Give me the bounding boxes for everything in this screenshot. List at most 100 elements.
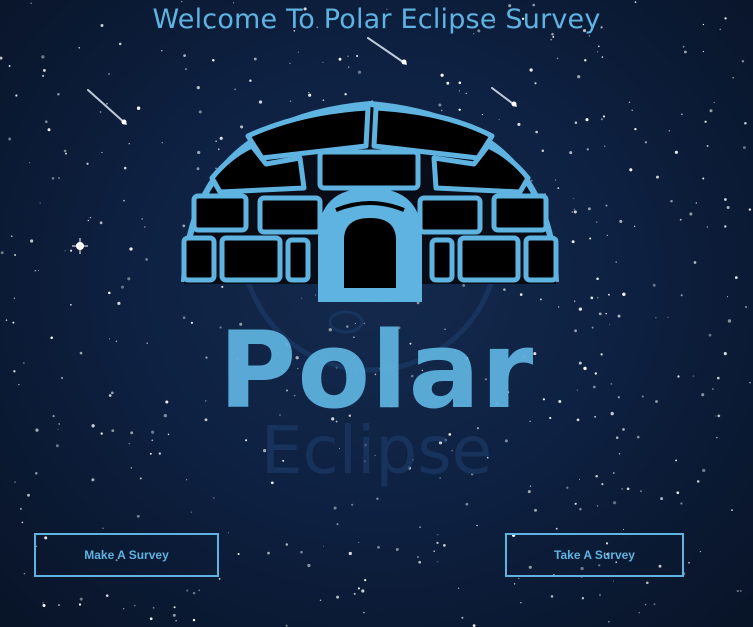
star-dot xyxy=(706,144,709,148)
star-dot xyxy=(175,619,177,622)
star-dot xyxy=(550,38,553,41)
star-dot xyxy=(689,212,693,216)
star-dot xyxy=(78,47,80,49)
star-dot xyxy=(621,488,623,490)
star-dot xyxy=(724,225,727,228)
star-dot xyxy=(584,59,587,62)
star-dot xyxy=(336,595,340,599)
star-dot xyxy=(688,561,690,564)
star-dot xyxy=(70,303,72,306)
star-dot xyxy=(99,111,102,113)
star-dot xyxy=(741,59,745,63)
star-dot xyxy=(8,137,12,141)
star-dot xyxy=(684,50,687,54)
star-dot xyxy=(520,602,522,604)
star-dot xyxy=(574,502,577,505)
star-dot xyxy=(709,109,713,113)
star-dot xyxy=(37,270,39,272)
star-dot xyxy=(0,56,3,60)
star-dot xyxy=(597,51,599,53)
star-dot xyxy=(465,502,469,506)
star-dot xyxy=(145,258,148,261)
star-dot xyxy=(34,269,37,272)
star-dot xyxy=(183,54,186,57)
star-dot xyxy=(64,250,66,252)
star-dot xyxy=(173,606,176,609)
star-dot xyxy=(89,217,92,219)
star-dot xyxy=(436,541,439,545)
star-dot xyxy=(323,545,325,547)
star-dot xyxy=(395,548,399,551)
star-dot xyxy=(237,552,240,556)
star-dot xyxy=(356,55,359,57)
make-survey-button[interactable]: Make A Survey xyxy=(34,533,219,577)
star-dot xyxy=(133,604,136,607)
star-dot xyxy=(27,493,30,497)
star-dot xyxy=(607,293,610,296)
star-dot xyxy=(319,599,322,602)
star-dot xyxy=(613,501,617,505)
star-dot xyxy=(364,578,367,582)
star-dot xyxy=(136,514,140,518)
star-dot xyxy=(51,176,55,180)
star-dot xyxy=(358,542,360,543)
star-dot xyxy=(86,162,89,165)
star-dot xyxy=(656,175,659,179)
star-dot xyxy=(141,218,143,220)
star-dot xyxy=(633,225,636,228)
star-dot xyxy=(285,543,289,546)
star-dot xyxy=(297,51,300,54)
star-dot xyxy=(181,0,183,3)
star-dot xyxy=(681,113,683,116)
star-dot xyxy=(57,604,61,607)
star-dot xyxy=(0,251,4,255)
star-dot xyxy=(736,589,739,593)
star-dot xyxy=(573,208,576,210)
star-dot xyxy=(640,490,642,492)
star-dot xyxy=(476,524,478,527)
star-dot xyxy=(333,506,337,510)
star-dot xyxy=(105,594,109,597)
star-dot xyxy=(57,93,60,96)
star-dot xyxy=(418,560,422,564)
star-dot xyxy=(45,120,48,123)
star-dot xyxy=(192,618,196,622)
star-dot xyxy=(604,145,606,147)
star-dot xyxy=(668,130,671,132)
star-dot xyxy=(101,151,103,154)
star-dot xyxy=(336,523,339,526)
star-dot xyxy=(571,240,575,244)
star-dot xyxy=(706,226,709,228)
star-dot xyxy=(285,624,288,627)
star-dot xyxy=(47,128,51,132)
star-dot xyxy=(596,221,598,223)
star-dot xyxy=(351,503,354,506)
star-dot xyxy=(63,149,67,153)
star-dot xyxy=(513,583,516,585)
star-dot xyxy=(748,208,752,211)
star-dot xyxy=(65,152,67,155)
star-dot xyxy=(734,276,738,279)
star-dot xyxy=(13,297,16,299)
star-dot xyxy=(186,589,189,592)
star-dot xyxy=(606,234,608,236)
star-dot xyxy=(745,305,748,309)
star-dot xyxy=(87,219,89,222)
star-dot xyxy=(702,50,705,53)
star-dot xyxy=(682,45,685,48)
star-dot xyxy=(78,603,82,606)
star-dot xyxy=(161,50,163,52)
star-dot xyxy=(726,296,729,298)
star-dot xyxy=(619,219,623,223)
star-dot xyxy=(742,146,746,150)
star-dot xyxy=(128,142,130,145)
star-dot xyxy=(21,521,24,524)
star-dot xyxy=(585,118,589,122)
take-survey-button[interactable]: Take A Survey xyxy=(505,533,684,577)
star-dot xyxy=(218,578,221,580)
star-dot xyxy=(628,101,631,104)
star-dot xyxy=(129,247,133,251)
star-dot xyxy=(118,42,122,46)
star-dot xyxy=(19,507,22,510)
star-dot xyxy=(601,56,604,58)
